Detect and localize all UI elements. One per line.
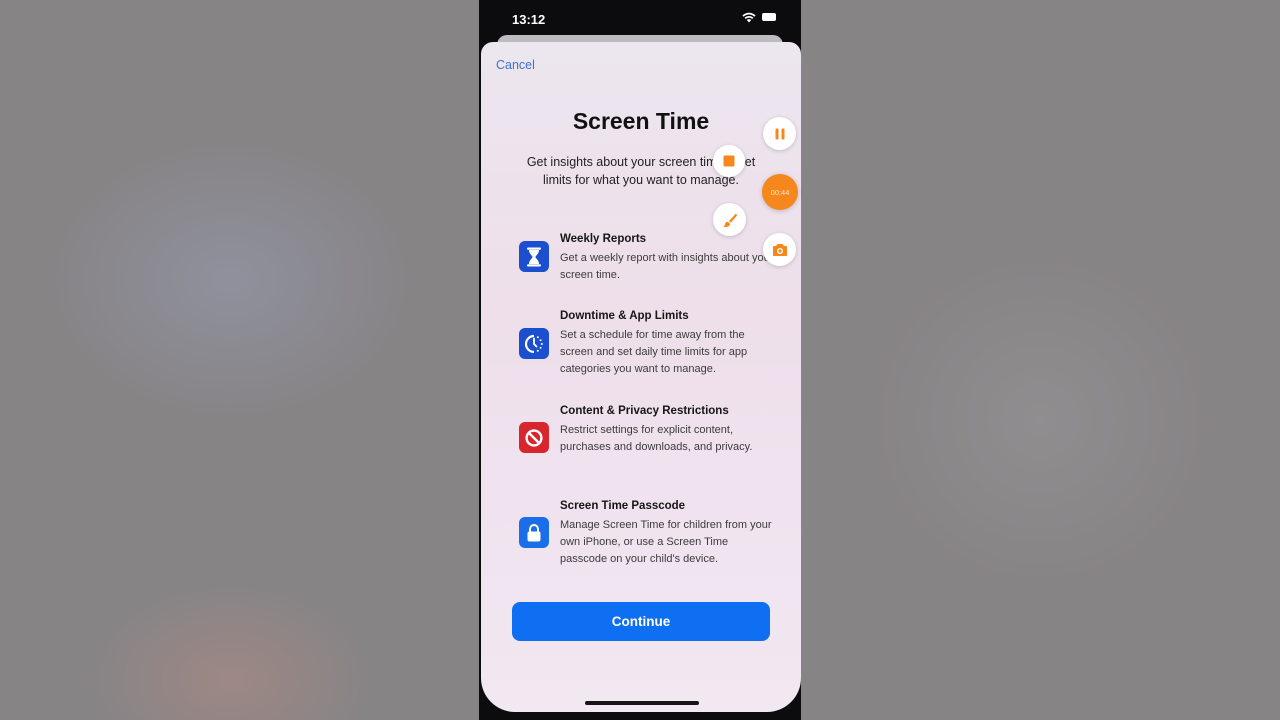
lock-icon: [519, 517, 549, 548]
feature-title: Screen Time Passcode: [560, 500, 686, 512]
recording-timer[interactable]: 00:44: [762, 174, 798, 210]
hourglass-icon: [519, 241, 549, 272]
feature-title: Weekly Reports: [560, 233, 647, 245]
status-bar: 13:12: [479, 0, 801, 38]
phone-screen: 13:12 Cancel Screen Time Get insights ab…: [479, 0, 801, 720]
feature-description: Set a schedule for time away from the sc…: [560, 329, 748, 376]
subtitle-line1: Get insights about your screen tim: [526, 155, 717, 169]
home-indicator[interactable]: [585, 701, 699, 705]
screenshot-icon[interactable]: [763, 233, 796, 266]
pause-icon[interactable]: [763, 117, 796, 150]
battery-icon: [762, 13, 776, 21]
subtitle-line2: limits for what you want to manage.: [543, 173, 739, 187]
feature-description: Get a weekly report with insights about …: [560, 252, 774, 282]
status-time: 13:12: [512, 12, 546, 27]
feature-description: Manage Screen Time for children from you…: [560, 519, 772, 566]
feature-title: Downtime & App Limits: [560, 310, 689, 322]
restriction-icon: [519, 422, 549, 453]
feature-description: Restrict settings for explicit content, …: [560, 424, 753, 454]
continue-button[interactable]: Continue: [512, 602, 770, 641]
brush-icon[interactable]: [713, 203, 746, 236]
page-title: Screen Time: [572, 108, 710, 134]
cancel-button[interactable]: Cancel: [496, 58, 535, 72]
downtime-icon: [519, 328, 549, 359]
stop-icon[interactable]: [713, 145, 745, 177]
screen-time-sheet: Cancel Screen Time Get insights about yo…: [481, 42, 801, 712]
feature-title: Content & Privacy Restrictions: [560, 405, 729, 417]
wifi-icon: [742, 12, 756, 23]
